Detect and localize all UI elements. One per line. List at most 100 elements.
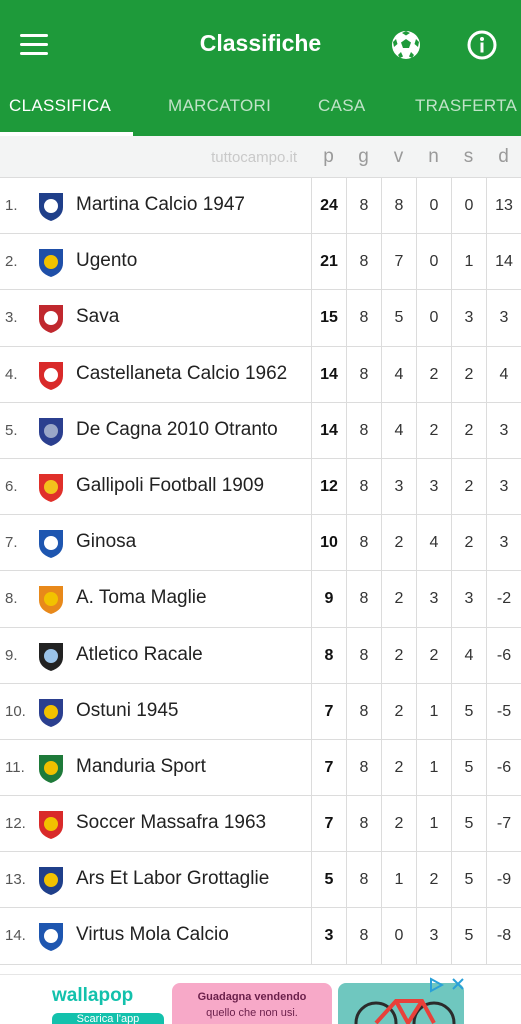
table-row[interactable]: 13. Ars Et Labor Grottaglie 5 8 1 2 5 -9 [0,852,521,909]
stat-g: 8 [346,683,381,739]
tab-marcatori[interactable]: MARCATORI [168,96,271,116]
team-name[interactable]: A. Toma Maglie [76,587,207,609]
standings-table: tuttocampo.it p g v n s d 1. Martina Calc… [0,136,521,965]
team-name[interactable]: Soccer Massafra 1963 [76,812,266,834]
team-crest-icon [39,361,63,390]
team-name[interactable]: Gallipoli Football 1909 [76,475,264,497]
stat-v: 2 [381,683,416,739]
info-icon[interactable] [466,29,498,61]
stat-g: 8 [346,346,381,402]
table-row[interactable]: 4. Castellaneta Calcio 1962 14 8 4 2 2 4 [0,346,521,403]
table-row[interactable]: 12. Soccer Massafra 1963 7 8 2 1 5 -7 [0,796,521,853]
tab-casa[interactable]: CASA [318,96,366,116]
table-row[interactable]: 7. Ginosa 10 8 2 4 2 3 [0,515,521,572]
stat-d: 4 [486,346,521,402]
stat-p: 21 [311,234,346,290]
stat-n: 3 [416,908,451,964]
stat-d: -9 [486,852,521,908]
rank-position: 3. [5,309,18,327]
stat-p: 24 [311,178,346,234]
stat-v: 1 [381,852,416,908]
rank-position: 2. [5,253,18,271]
table-row[interactable]: 10. Ostuni 1945 7 8 2 1 5 -5 [0,683,521,740]
team-name[interactable]: Ars Et Labor Grottaglie [76,868,269,890]
table-row[interactable]: 6. Gallipoli Football 1909 12 8 3 3 2 3 [0,458,521,516]
stat-d: 3 [486,515,521,571]
ad-banner[interactable]: wallapop Scarica l'app Guadagna vendendo… [0,974,521,1024]
team-name[interactable]: De Cagna 2010 Otranto [76,419,278,441]
stat-g: 8 [346,908,381,964]
rank-position: 14. [5,927,26,945]
team-name[interactable]: Ugento [76,250,137,272]
stat-d: 14 [486,234,521,290]
column-header: s [463,146,474,167]
column-header: v [393,146,404,167]
ad-bicycle-image[interactable] [338,983,464,1024]
adchoices-icon[interactable] [428,977,445,993]
tab-bar: CLASSIFICA MARCATORI CASA TRASFERTA [0,88,521,136]
stat-s: 0 [451,178,486,234]
team-name[interactable]: Atletico Racale [76,644,203,666]
team-crest-icon [39,698,63,727]
stat-s: 2 [451,515,486,571]
stat-n: 0 [416,178,451,234]
team-crest-icon [39,754,63,783]
rank-position: 12. [5,815,26,833]
stat-n: 1 [416,683,451,739]
stat-v: 3 [381,458,416,515]
team-name[interactable]: Castellaneta Calcio 1962 [76,363,287,385]
stat-d: -8 [486,908,521,964]
stat-n: 1 [416,739,451,796]
rank-position: 6. [5,477,18,495]
column-header: n [428,146,439,167]
stat-g: 8 [346,178,381,234]
tab-classifica[interactable]: CLASSIFICA [9,96,111,116]
table-row[interactable]: 9. Atletico Racale 8 8 2 2 4 -6 [0,627,521,684]
ad-download-button[interactable]: Scarica l'app [52,1013,164,1024]
stat-g: 8 [346,571,381,627]
table-row[interactable]: 8. A. Toma Maglie 9 8 2 3 3 -2 [0,571,521,628]
team-name[interactable]: Martina Calcio 1947 [76,194,245,216]
stat-v: 2 [381,739,416,796]
stat-g: 8 [346,234,381,290]
stat-n: 3 [416,458,451,515]
table-row[interactable]: 2. Ugento 21 8 7 0 1 14 [0,234,521,291]
stat-s: 5 [451,683,486,739]
table-row[interactable]: 11. Manduria Sport 7 8 2 1 5 -6 [0,739,521,797]
team-name[interactable]: Virtus Mola Calcio [76,924,229,946]
team-crest-icon [39,530,63,559]
table-row[interactable]: 1. Martina Calcio 1947 24 8 8 0 0 13 [0,178,521,235]
stat-d: -7 [486,796,521,852]
table-row[interactable]: 14. Virtus Mola Calcio 3 8 0 3 5 -8 [0,908,521,965]
table-row[interactable]: 5. De Cagna 2010 Otranto 14 8 4 2 2 3 [0,402,521,459]
stat-g: 8 [346,796,381,852]
team-name[interactable]: Ostuni 1945 [76,700,178,722]
stat-g: 8 [346,402,381,458]
stat-p: 10 [311,515,346,571]
rank-position: 10. [5,702,26,720]
team-name[interactable]: Sava [76,306,119,328]
stat-g: 8 [346,627,381,683]
ad-message[interactable]: Guadagna vendendo quello che non usi. [172,983,332,1024]
stat-d: 3 [486,402,521,458]
team-crest-icon [39,305,63,334]
team-name[interactable]: Manduria Sport [76,756,206,778]
ad-brand-logo[interactable]: wallapop [52,985,133,1007]
table-row[interactable]: 3. Sava 15 8 5 0 3 3 [0,290,521,347]
team-name[interactable]: Ginosa [76,531,136,553]
tab-trasferta[interactable]: TRASFERTA [415,96,517,116]
stat-s: 2 [451,402,486,458]
stat-g: 8 [346,852,381,908]
stat-v: 2 [381,571,416,627]
stat-s: 2 [451,346,486,402]
stat-n: 4 [416,515,451,571]
stat-d: 3 [486,458,521,515]
stat-s: 5 [451,852,486,908]
soccer-ball-icon[interactable] [390,29,422,61]
stat-s: 5 [451,908,486,964]
stat-d: -6 [486,739,521,796]
team-crest-icon [39,249,63,278]
close-icon[interactable] [450,976,466,992]
rank-position: 9. [5,646,18,664]
team-crest-icon [39,867,63,896]
